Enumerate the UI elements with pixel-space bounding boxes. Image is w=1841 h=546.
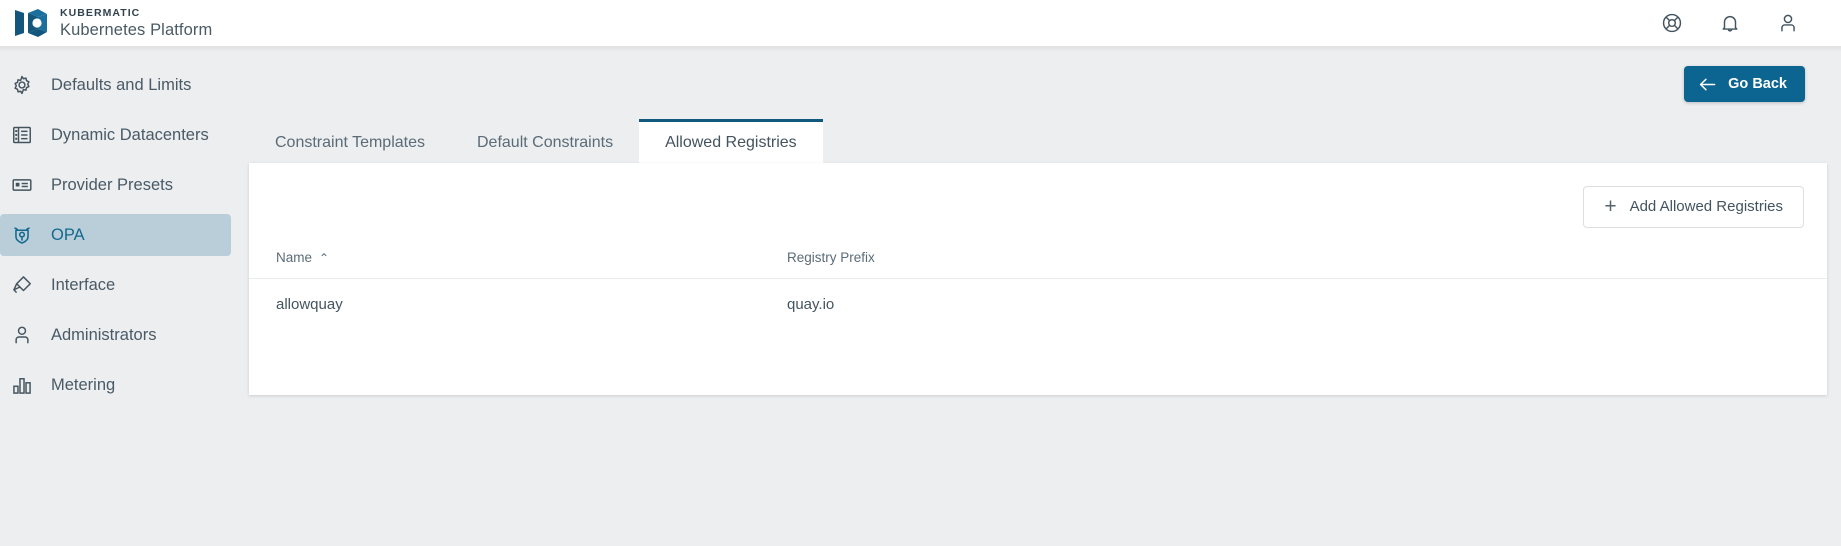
- opa-shield-icon: [14, 227, 30, 244]
- sidebar-item-label: OPA: [51, 225, 85, 244]
- tab-label: Constraint Templates: [275, 133, 425, 151]
- kubermatic-logo-icon: [15, 9, 47, 37]
- sidebar-item-dynamic-datacenters[interactable]: Dynamic Datacenters: [0, 114, 231, 156]
- sidebar-item-label: Metering: [51, 375, 116, 394]
- sidebar-item-provider-presets[interactable]: Provider Presets: [0, 164, 231, 206]
- sidebar: Defaults and Limits Dynamic Datacenters …: [0, 52, 231, 546]
- go-back-button[interactable]: Go Back: [1684, 66, 1805, 102]
- card-icon: [12, 179, 32, 191]
- go-back-container: Go Back: [1684, 66, 1805, 102]
- table-head: Name ⌃ Registry Prefix: [249, 250, 1827, 279]
- datacenter-icon: [13, 126, 31, 144]
- column-label: Name: [276, 250, 313, 265]
- notifications-icon[interactable]: [1719, 12, 1741, 34]
- main-content: Go Back Constraint Templates Default Con…: [231, 52, 1841, 546]
- column-header-name[interactable]: Name ⌃: [249, 250, 769, 279]
- add-allowed-registries-button[interactable]: + Add Allowed Registries: [1583, 185, 1804, 228]
- person-icon: [15, 326, 29, 344]
- go-back-label: Go Back: [1728, 76, 1787, 92]
- header-actions: [1661, 12, 1841, 34]
- table-header-row: Name ⌃ Registry Prefix: [249, 250, 1827, 279]
- bar-chart-icon: [13, 378, 31, 394]
- sidebar-item-defaults-and-limits[interactable]: Defaults and Limits: [0, 64, 231, 106]
- column-header-registry-prefix[interactable]: Registry Prefix: [769, 250, 1827, 279]
- table-row[interactable]: allowquay quay.io: [249, 279, 1827, 331]
- logo-title: KUBERMATIC: [60, 6, 141, 19]
- card-toolbar: + Add Allowed Registries: [249, 163, 1827, 250]
- sort-ascending-icon: ⌃: [319, 251, 330, 265]
- logo-subtitle: Kubernetes Platform: [60, 21, 213, 39]
- account-icon[interactable]: [1777, 12, 1799, 34]
- table-body: allowquay quay.io: [249, 279, 1827, 331]
- interface-icon: [13, 276, 31, 293]
- sidebar-item-label: Interface: [51, 275, 116, 294]
- plus-icon: +: [1604, 195, 1617, 218]
- column-label: Registry Prefix: [787, 250, 875, 265]
- sidebar-item-interface[interactable]: Interface: [0, 264, 231, 306]
- tab-label: Default Constraints: [477, 133, 614, 151]
- allowed-registries-card: + Add Allowed Registries Name ⌃ Registry …: [249, 163, 1827, 395]
- sidebar-item-metering[interactable]: Metering: [0, 364, 231, 406]
- cell-name: allowquay: [276, 296, 343, 314]
- sidebar-item-label: Defaults and Limits: [51, 75, 192, 94]
- tab-constraint-templates[interactable]: Constraint Templates: [249, 119, 451, 163]
- app-logo[interactable]: KUBERMATIC Kubernetes Platform: [0, 6, 213, 39]
- arrow-left-icon: [1699, 78, 1716, 90]
- app-header: KUBERMATIC Kubernetes Platform: [0, 0, 1841, 46]
- tab-bar: Constraint Templates Default Constraints…: [249, 119, 823, 163]
- add-button-label: Add Allowed Registries: [1629, 198, 1783, 215]
- sidebar-item-label: Administrators: [51, 325, 157, 344]
- sidebar-item-label: Dynamic Datacenters: [51, 125, 209, 144]
- allowed-registries-table: Name ⌃ Registry Prefix allowquay quay.io: [249, 250, 1827, 331]
- sidebar-item-label: Provider Presets: [51, 175, 173, 194]
- gear-icon: [14, 75, 30, 95]
- tab-allowed-registries[interactable]: Allowed Registries: [639, 119, 823, 163]
- cell-registry-prefix: quay.io: [787, 296, 835, 314]
- tab-default-constraints[interactable]: Default Constraints: [451, 119, 639, 163]
- sidebar-item-administrators[interactable]: Administrators: [0, 314, 231, 356]
- help-icon[interactable]: [1661, 12, 1683, 34]
- sidebar-item-opa[interactable]: OPA: [0, 214, 231, 256]
- tab-label: Allowed Registries: [665, 133, 797, 151]
